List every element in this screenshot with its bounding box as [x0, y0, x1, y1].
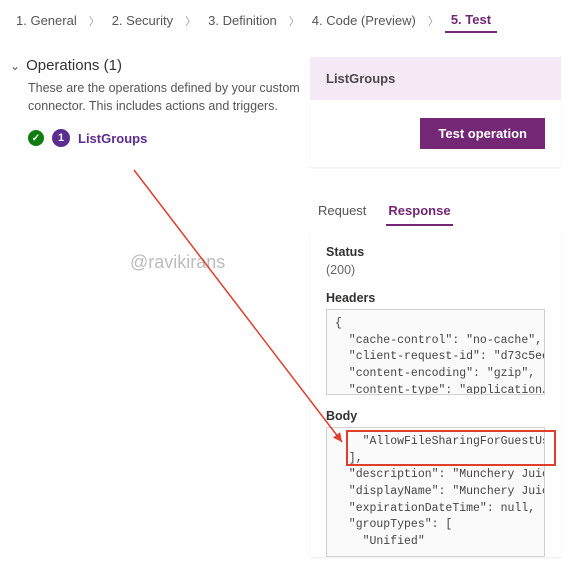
chevron-right-icon: 〉 — [426, 13, 441, 29]
headers-label: Headers — [326, 291, 545, 305]
step-security[interactable]: 2. Security — [106, 9, 179, 32]
response-panel: Status (200) Headers { "cache-control": … — [310, 231, 561, 557]
operations-title: Operations (1) — [26, 57, 122, 74]
step-definition[interactable]: 3. Definition — [202, 9, 283, 32]
chevron-down-icon: ⌄ — [10, 59, 20, 73]
step-number-badge: 1 — [52, 129, 70, 147]
wizard-nav: 1. General 〉 2. Security 〉 3. Definition… — [0, 0, 571, 41]
step-test[interactable]: 5. Test — [445, 8, 497, 33]
operation-name: ListGroups — [78, 131, 147, 146]
tab-response[interactable]: Response — [386, 197, 452, 226]
operations-panel: ⌄ Operations (1) These are the operation… — [10, 57, 300, 571]
body-label: Body — [326, 409, 545, 423]
step-general[interactable]: 1. General — [10, 9, 83, 32]
body-textbox[interactable]: "AllowFileSharingForGuestUsers" ], "desc… — [326, 427, 545, 557]
status-value: (200) — [326, 263, 545, 277]
headers-textbox[interactable]: { "cache-control": "no-cache", "client-r… — [326, 309, 545, 395]
chevron-right-icon: 〉 — [183, 13, 198, 29]
operations-description: These are the operations defined by your… — [10, 80, 300, 115]
chevron-right-icon: 〉 — [287, 13, 302, 29]
step-code[interactable]: 4. Code (Preview) — [306, 9, 422, 32]
operations-header[interactable]: ⌄ Operations (1) — [10, 57, 300, 74]
test-operation-button[interactable]: Test operation — [420, 118, 545, 149]
result-tabs: Request Response — [310, 197, 561, 227]
test-panel-header: ListGroups — [310, 57, 561, 100]
test-panel-body: Test operation — [310, 100, 561, 167]
operation-item[interactable]: ✓ 1 ListGroups — [10, 129, 300, 147]
chevron-right-icon: 〉 — [87, 13, 102, 29]
status-label: Status — [326, 245, 545, 259]
check-icon: ✓ — [28, 130, 44, 146]
tab-request[interactable]: Request — [316, 197, 368, 226]
